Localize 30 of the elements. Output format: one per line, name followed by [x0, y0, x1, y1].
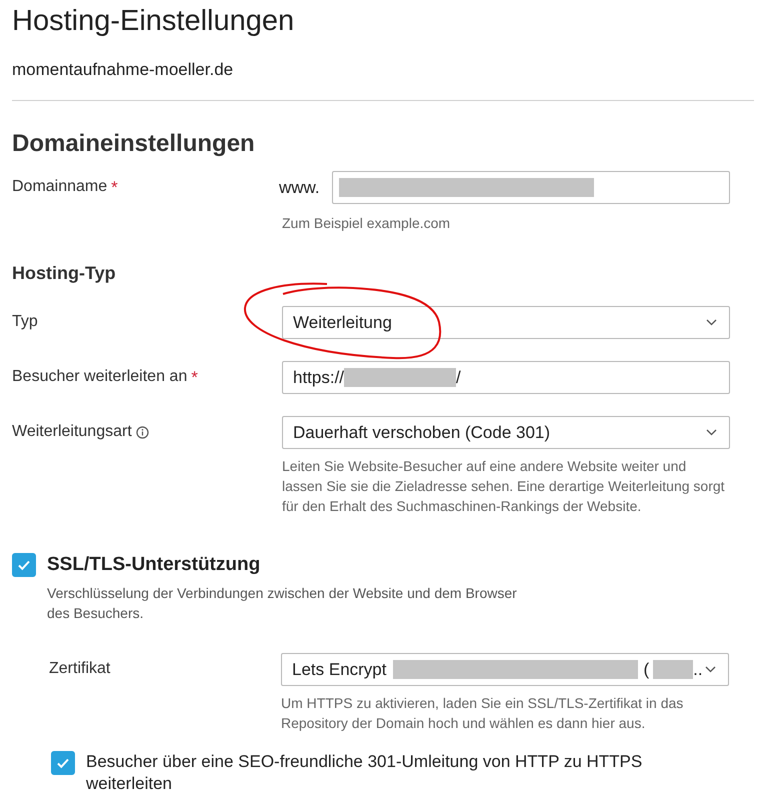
- section-title: Hosting-Typ: [12, 263, 117, 284]
- field-hint: Um HTTPS zu aktivieren, laden Sie ein SSL/TLS-Zertifikat in das Repository der Domain hoch und wählen es dann hier aus.: [281, 694, 684, 733]
- field-prefix: www.: [279, 178, 321, 198]
- domain-name: momentaufnahme-moeller.de: [12, 60, 234, 80]
- required-mark: *: [191, 368, 198, 388]
- redaction-bar: [653, 660, 694, 679]
- section-title: Domaineinstellungen: [12, 129, 256, 159]
- checkbox[interactable]: [51, 751, 75, 775]
- input-field[interactable]: https:// /: [282, 361, 730, 394]
- info-icon[interactable]: [136, 426, 149, 439]
- required-mark: *: [111, 178, 118, 198]
- field-hint: Zum Beispiel example.com: [282, 214, 452, 233]
- field-label: Typ: [12, 313, 38, 331]
- page-title: Hosting-Einstellungen: [12, 4, 296, 38]
- field-label: Domainname: [12, 178, 108, 196]
- field-label: Besucher weiterleiten an: [12, 368, 188, 386]
- field-label: Weiterleitungsart: [12, 423, 132, 441]
- checkbox[interactable]: [12, 553, 36, 577]
- field-hint: Leiten Sie Website-Besucher auf eine andere Website weiter und lassen Sie sie die Zieladresse sehen. Eine derartige Weiterleitung sorgt für den Erhalt des Suchmaschinen-Rankings der Website.: [282, 457, 726, 516]
- chevron-down-icon: [706, 429, 717, 436]
- chevron-down-icon: [705, 666, 716, 673]
- chevron-down-icon: [706, 319, 717, 326]
- select-field[interactable]: Weiterleitung: [282, 306, 730, 339]
- field-label: Zertifikat: [49, 660, 110, 678]
- checkbox-label: Besucher über eine SEO-freundliche 301-Umleitung von HTTP zu HTTPS weiterleiten: [86, 751, 644, 795]
- description: Verschlüsselung der Verbindungen zwischen der Website und dem Browser des Besuchers.: [47, 584, 517, 623]
- select-field[interactable]: Lets Encrypt ( ..: [281, 653, 729, 686]
- select-field[interactable]: Dauerhaft verschoben (Code 301): [282, 416, 730, 449]
- checkbox-label: SSL/TLS-Unterstützung: [47, 554, 260, 576]
- domain-input[interactable]: [332, 171, 730, 204]
